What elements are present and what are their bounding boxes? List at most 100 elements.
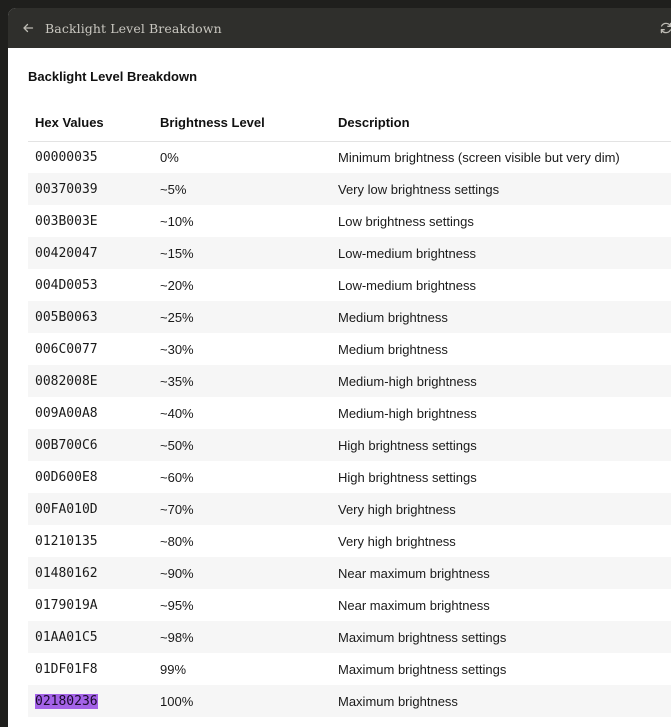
hex-value-cell: 01480162 bbox=[28, 557, 153, 589]
back-button[interactable] bbox=[21, 21, 35, 35]
header-description: Description bbox=[331, 104, 671, 142]
hex-value-cell: 00000035 bbox=[28, 141, 153, 173]
description-cell: Minimum brightness (screen visible but v… bbox=[338, 149, 620, 165]
description-cell: Low-medium brightness bbox=[331, 237, 671, 269]
hex-value[interactable]: 004D0053 bbox=[35, 278, 98, 293]
description-cell: Maximum brightness settings bbox=[338, 661, 507, 677]
description-cell: Low brightness settings bbox=[338, 213, 474, 229]
window-title: Backlight Level Breakdown bbox=[45, 20, 222, 36]
table-row: 0082008E ~35% Medium-high brightness bbox=[28, 365, 671, 397]
table-row: 00D600E8 ~60% High brightness settings bbox=[28, 461, 671, 493]
brightness-level-cell: ~95% bbox=[160, 597, 194, 613]
description-cell: Very high brightness bbox=[331, 493, 671, 525]
brightness-level-cell: ~90% bbox=[153, 557, 331, 589]
hex-value-cell: 00420047 bbox=[28, 237, 153, 269]
table-header-row: Hex Values Brightness Level Description bbox=[28, 104, 671, 142]
refresh-button[interactable] bbox=[659, 21, 671, 35]
brightness-level-cell: ~25% bbox=[153, 301, 331, 333]
description-cell: High brightness settings bbox=[331, 429, 671, 461]
table-row: 003B003E ~10% Low brightness settings bbox=[28, 205, 671, 237]
hex-value[interactable]: 005B0063 bbox=[35, 310, 98, 325]
table-row: 00FA010D ~70% Very high brightness bbox=[28, 493, 671, 525]
header-brightness-level: Brightness Level bbox=[153, 104, 331, 142]
description-cell: High brightness settings bbox=[338, 469, 477, 485]
hex-value[interactable]: 00FA010D bbox=[35, 502, 98, 517]
table-row: 01DF01F8 99% Maximum brightness settings bbox=[28, 653, 671, 685]
hex-value[interactable]: 01480162 bbox=[35, 566, 98, 581]
table-row: 00420047 ~15% Low-medium brightness bbox=[28, 237, 671, 269]
hex-value-cell: 00370039 bbox=[28, 173, 153, 205]
table-row: 01210135 ~80% Very high brightness bbox=[28, 525, 671, 557]
brightness-level-cell: ~20% bbox=[160, 277, 194, 293]
hex-value-cell: 02180236 bbox=[28, 685, 153, 717]
description-cell: Medium brightness bbox=[338, 341, 448, 357]
brightness-level-cell: 99% bbox=[160, 661, 187, 677]
hex-value-cell: 01AA01C5 bbox=[28, 621, 153, 653]
document-content: Backlight Level Breakdown Hex Values Bri… bbox=[28, 48, 671, 717]
artifact-window: Backlight Level Breakdown Backlight Leve… bbox=[8, 8, 671, 727]
backlight-table: Hex Values Brightness Level Description … bbox=[28, 104, 671, 717]
brightness-level-cell: ~50% bbox=[153, 429, 331, 461]
table-row: 0179019A ~95% Near maximum brightness bbox=[28, 589, 671, 621]
arrow-left-icon bbox=[23, 23, 34, 33]
hex-value[interactable]: 00420047 bbox=[35, 246, 98, 261]
hex-value-cell: 0082008E bbox=[28, 365, 153, 397]
description-cell: Near maximum brightness bbox=[338, 597, 490, 613]
hex-value-cell: 006C0077 bbox=[28, 333, 153, 365]
description-cell: Near maximum brightness bbox=[331, 557, 671, 589]
hex-value[interactable]: 00B700C6 bbox=[35, 438, 98, 453]
hex-value-cell: 009A00A8 bbox=[28, 397, 153, 429]
brightness-level-cell: ~80% bbox=[160, 533, 194, 549]
hex-value-cell: 00B700C6 bbox=[28, 429, 153, 461]
table-row: 006C0077 ~30% Medium brightness bbox=[28, 333, 671, 365]
table-row: 004D0053 ~20% Low-medium brightness bbox=[28, 269, 671, 301]
table-row: 02180236 100% Maximum brightness bbox=[28, 685, 671, 717]
brightness-level-cell: ~30% bbox=[160, 341, 194, 357]
brightness-level-cell: ~5% bbox=[153, 173, 331, 205]
hex-value[interactable]: 01DF01F8 bbox=[35, 662, 98, 677]
hex-value[interactable]: 0179019A bbox=[35, 598, 98, 613]
brightness-level-cell: ~40% bbox=[160, 405, 194, 421]
brightness-level-cell: ~60% bbox=[160, 469, 194, 485]
hex-value[interactable]: 009A00A8 bbox=[35, 406, 98, 421]
brightness-level-cell: ~15% bbox=[153, 237, 331, 269]
hex-value[interactable]: 01210135 bbox=[35, 534, 98, 549]
hex-value-cell: 003B003E bbox=[28, 205, 153, 237]
description-cell: Medium brightness bbox=[331, 301, 671, 333]
table-row: 00000035 0% Minimum brightness (screen vis… bbox=[28, 141, 671, 173]
description-cell: Very low brightness settings bbox=[331, 173, 671, 205]
hex-value[interactable]: 0082008E bbox=[35, 374, 98, 389]
hex-value[interactable]: 003B003E bbox=[35, 214, 98, 229]
hex-value[interactable]: 006C0077 bbox=[35, 342, 98, 357]
hex-value[interactable]: 00D600E8 bbox=[35, 470, 98, 485]
hex-value-cell: 00FA010D bbox=[28, 493, 153, 525]
description-cell: Medium-high brightness bbox=[338, 405, 477, 421]
brightness-level-cell: ~98% bbox=[153, 621, 331, 653]
table-row: 009A00A8 ~40% Medium-high brightness bbox=[28, 397, 671, 429]
hex-value[interactable]: 02180236 bbox=[35, 693, 98, 709]
title-bar: Backlight Level Breakdown bbox=[8, 8, 671, 48]
table-row: 01480162 ~90% Near maximum brightness bbox=[28, 557, 671, 589]
hex-value-cell: 00D600E8 bbox=[28, 461, 153, 493]
hex-value[interactable]: 01AA01C5 bbox=[35, 630, 98, 645]
table-row: 00B700C6 ~50% High brightness settings bbox=[28, 429, 671, 461]
description-cell: Maximum brightness bbox=[331, 685, 671, 717]
table-row: 01AA01C5 ~98% Maximum brightness settings bbox=[28, 621, 671, 653]
hex-value-cell: 005B0063 bbox=[28, 301, 153, 333]
header-hex-values: Hex Values bbox=[28, 104, 153, 142]
hex-value[interactable]: 00370039 bbox=[35, 182, 98, 197]
table-row: 00370039 ~5% Very low brightness settings bbox=[28, 173, 671, 205]
hex-value-cell: 01DF01F8 bbox=[28, 653, 153, 685]
hex-value-cell: 01210135 bbox=[28, 525, 153, 557]
description-cell: Very high brightness bbox=[338, 533, 456, 549]
document-title: Backlight Level Breakdown bbox=[28, 69, 198, 84]
hex-value-cell: 004D0053 bbox=[28, 269, 153, 301]
table-row: 005B0063 ~25% Medium brightness bbox=[28, 301, 671, 333]
description-cell: Maximum brightness settings bbox=[331, 621, 671, 653]
brightness-level-cell: ~10% bbox=[160, 213, 194, 229]
brightness-level-cell: 100% bbox=[153, 685, 331, 717]
brightness-level-cell: 0% bbox=[160, 149, 179, 165]
hex-value[interactable]: 00000035 bbox=[35, 150, 98, 165]
description-cell: Medium-high brightness bbox=[331, 365, 671, 397]
brightness-level-cell: ~35% bbox=[153, 365, 331, 397]
